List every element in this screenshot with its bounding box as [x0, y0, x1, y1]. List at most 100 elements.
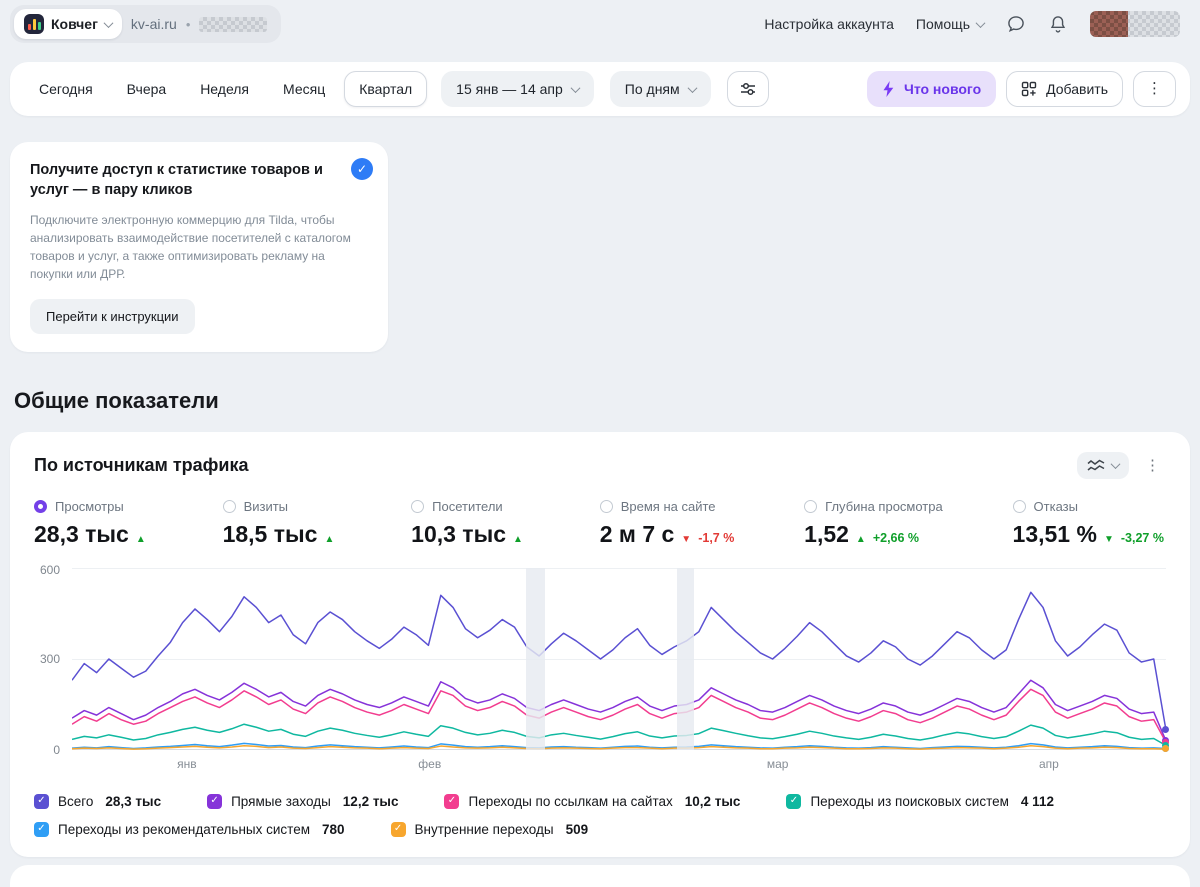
whats-new-button[interactable]: Что нового: [866, 71, 997, 107]
period-yesterday[interactable]: Вчера: [112, 71, 182, 107]
legend-value: 4 112: [1020, 793, 1054, 809]
metric-label: Отказы: [1033, 498, 1078, 514]
legend-item-direct[interactable]: ✓ Прямые заходы 12,2 тыс: [207, 793, 398, 809]
metric-label: Посетители: [432, 498, 503, 514]
legend-item-total[interactable]: ✓ Всего 28,3 тыс: [34, 793, 162, 809]
x-axis-label: апр: [1039, 756, 1059, 771]
filters-button[interactable]: [726, 71, 769, 107]
user-avatar[interactable]: [1090, 11, 1180, 37]
grouping-value: По дням: [624, 81, 680, 97]
highlight-band: [676, 567, 695, 750]
period-today[interactable]: Сегодня: [24, 71, 108, 107]
separator-dot: •: [185, 16, 191, 32]
trend-up-icon: ▲: [135, 533, 146, 545]
traffic-sources-widget: По источникам трафика ⋮ Просмотры 28,3 т…: [10, 431, 1190, 857]
promo-instruction-button[interactable]: Перейти к инструкции: [30, 298, 195, 334]
legend-item-site-links[interactable]: ✓ Переходы по ссылкам на сайтах 10,2 тыс: [444, 793, 741, 809]
metric-value: 28,3 тыс: [34, 520, 129, 547]
checkbox-icon[interactable]: ✓: [207, 793, 223, 809]
metric-label: Время на сайте: [620, 498, 716, 514]
radio-icon[interactable]: [222, 499, 236, 513]
legend-value: 28,3 тыс: [105, 793, 162, 809]
chevron-down-icon: [103, 17, 114, 28]
counter-name: Ковчег: [51, 16, 98, 32]
trend-down-icon: ▼: [681, 533, 692, 545]
series-lines: [72, 568, 1166, 750]
legend-label: Переходы из поисковых систем: [810, 793, 1009, 809]
metric-value: 13,51 %: [1012, 520, 1097, 547]
metric-label: Визиты: [243, 498, 289, 514]
metric-time-on-site[interactable]: Время на сайте 2 м 7 с ▼ -1,7 %: [599, 498, 734, 548]
checkbox-icon[interactable]: ✓: [786, 793, 802, 809]
date-range-value: 15 янв — 14 апр: [456, 81, 563, 97]
widget-grid-icon: [1021, 81, 1037, 97]
add-label: Добавить: [1046, 81, 1108, 97]
legend-label: Внутренние переходы: [414, 821, 554, 837]
widget-menu-icon[interactable]: ⋮: [1139, 453, 1166, 477]
toolbar-actions: Что нового Добавить ⋮: [866, 71, 1176, 107]
help-menu[interactable]: Помощь: [915, 16, 986, 32]
legend-label: Переходы по ссылкам на сайтах: [468, 793, 673, 809]
metrica-logo-icon: [24, 14, 44, 34]
widget-title: По источникам трафика: [34, 454, 249, 475]
x-axis: янв фев мар апр: [34, 750, 1166, 774]
notifications-bell-icon[interactable]: [1048, 14, 1068, 34]
redacted-counter-id: [199, 16, 268, 32]
metric-label: Просмотры: [55, 498, 124, 514]
chart-legend: ✓ Всего 28,3 тыс ✓ Прямые заходы 12,2 ты…: [34, 793, 1166, 841]
help-label: Помощь: [915, 16, 970, 32]
period-month[interactable]: Месяц: [268, 71, 340, 107]
metric-visitors[interactable]: Посетители 10,3 тыс ▲: [411, 499, 530, 548]
date-range-picker[interactable]: 15 янв — 14 апр: [441, 71, 594, 107]
metric-bounce-rate[interactable]: Отказы 13,51 % ▼ -3,27 %: [1012, 498, 1164, 548]
trend-up-icon: ▲: [513, 533, 523, 545]
radio-icon[interactable]: [411, 499, 425, 513]
section-title: Общие показатели: [14, 387, 219, 413]
metric-tabs: Просмотры 28,3 тыс ▲ Визиты 18,5 тыс ▲ Пос…: [34, 499, 1166, 548]
x-axis-label: янв: [177, 756, 197, 771]
metric-views[interactable]: Просмотры 28,3 тыс ▲: [34, 499, 153, 548]
radio-icon[interactable]: [599, 499, 613, 513]
chart-plot-area[interactable]: [72, 567, 1169, 753]
ecommerce-check-icon: ✓: [351, 158, 373, 180]
header-actions: Настройка аккаунта Помощь: [764, 11, 1180, 37]
grouping-select[interactable]: По дням: [609, 71, 711, 107]
y-tick-label: 600: [39, 562, 60, 577]
metric-delta: +2,66 %: [872, 530, 920, 545]
radio-icon[interactable]: [804, 499, 818, 513]
trend-down-icon: ▼: [1103, 533, 1114, 545]
legend-value: 509: [565, 821, 589, 837]
legend-value: 10,2 тыс: [684, 793, 741, 809]
y-tick-label: 300: [39, 651, 60, 666]
traffic-line-chart[interactable]: 600 300 0: [34, 563, 1169, 757]
period-quarter[interactable]: Квартал: [344, 71, 428, 107]
period-week[interactable]: Неделя: [185, 71, 264, 107]
checkbox-icon[interactable]: ✓: [34, 793, 49, 809]
radio-selected-icon[interactable]: [34, 499, 47, 513]
checkbox-icon[interactable]: ✓: [34, 821, 49, 837]
chat-icon[interactable]: [1006, 14, 1026, 34]
chart-type-select[interactable]: [1077, 451, 1129, 479]
legend-item-recommendation[interactable]: ✓ Переходы из рекомендательных систем 78…: [34, 821, 345, 837]
checkbox-icon[interactable]: ✓: [444, 793, 460, 809]
x-axis-label: мар: [766, 756, 789, 771]
metric-value: 1,52: [804, 520, 849, 547]
widget-controls: ⋮: [1077, 451, 1166, 479]
site-domain[interactable]: kv-ai.ru: [131, 16, 177, 32]
account-settings-link[interactable]: Настройка аккаунта: [764, 16, 894, 32]
more-menu-icon[interactable]: ⋮: [1133, 71, 1176, 107]
legend-item-search[interactable]: ✓ Переходы из поисковых систем 4 112: [786, 793, 1054, 809]
radio-icon[interactable]: [1012, 499, 1026, 513]
metric-label: Глубина просмотра: [825, 498, 943, 514]
add-widget-button[interactable]: Добавить: [1006, 71, 1123, 107]
next-widget-peek: [10, 864, 1190, 887]
legend-item-internal[interactable]: ✓ Внутренние переходы 509: [390, 821, 589, 837]
promo-body: Подключите электронную коммерцию для Til…: [30, 212, 351, 281]
series-endpoint-dot: [1162, 745, 1169, 753]
metric-visits[interactable]: Визиты 18,5 тыс ▲: [222, 498, 342, 548]
metric-delta: -3,27 %: [1120, 530, 1164, 545]
checkbox-icon[interactable]: ✓: [390, 821, 406, 837]
series-line: [72, 724, 1166, 745]
metric-depth[interactable]: Глубина просмотра 1,52 ▲ +2,66 %: [804, 499, 943, 548]
counter-selector[interactable]: Ковчег: [14, 9, 122, 39]
